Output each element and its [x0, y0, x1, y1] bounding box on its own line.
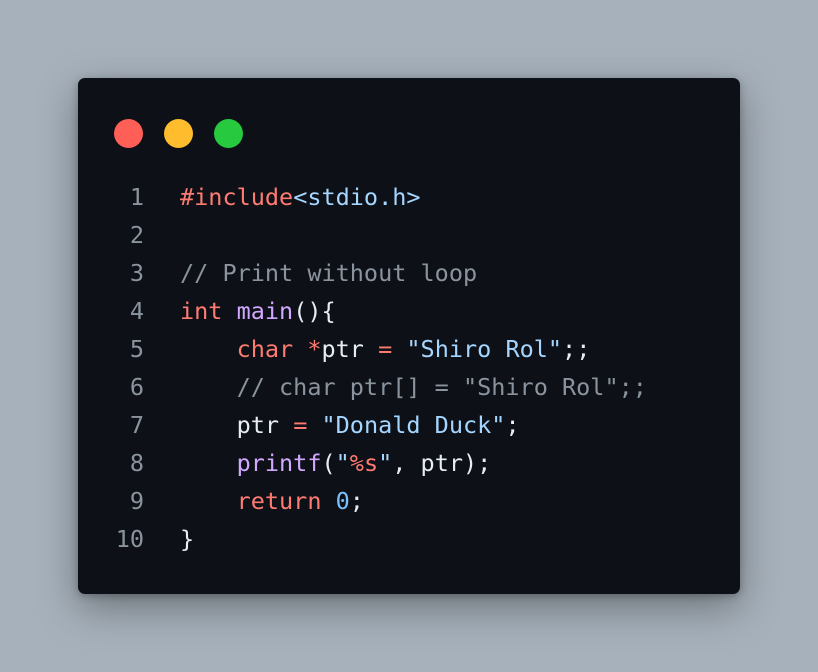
code-token: ( — [321, 449, 336, 477]
code-line: 9 return 0; — [78, 482, 740, 520]
line-code: printf("%s", ptr); — [180, 444, 492, 482]
line-code: } — [180, 520, 194, 558]
line-number: 5 — [129, 335, 144, 363]
line-number: 6 — [129, 373, 144, 401]
code-line: 8 printf("%s", ptr); — [78, 444, 740, 482]
line-code: // char ptr[] = "Shiro Rol";; — [180, 368, 647, 406]
code-token: int — [180, 297, 223, 325]
code-token: ; — [349, 487, 364, 515]
line-code: // Print without loop — [180, 254, 477, 292]
code-token: ptr — [180, 411, 294, 439]
code-token: } — [180, 525, 195, 553]
code-token: "Shiro Rol" — [406, 335, 563, 363]
code-token: // char ptr[] = "Shiro Rol";; — [180, 373, 647, 401]
code-token: #include — [180, 183, 294, 211]
line-code: char *ptr = "Shiro Rol";; — [180, 330, 591, 368]
line-number: 7 — [129, 411, 144, 439]
line-number: 4 — [129, 297, 144, 325]
line-code: ptr = "Donald Duck"; — [180, 406, 520, 444]
code-token: ;; — [562, 335, 591, 363]
code-line: 3 // Print without loop — [78, 254, 740, 292]
line-code: return 0; — [180, 482, 364, 520]
line-number: 1 — [129, 183, 144, 211]
code-line: 4 int main(){ — [78, 292, 740, 330]
maximize-window-dot-icon[interactable] — [214, 119, 243, 148]
code-token: char — [236, 335, 294, 363]
code-token: ptr — [321, 335, 379, 363]
code-token: = — [378, 335, 393, 363]
code-token: <stdio.h> — [293, 183, 421, 211]
code-token: * — [307, 335, 322, 363]
code-line: 10} — [78, 520, 740, 558]
code-line: 2 — [78, 216, 740, 254]
code-block: 1 #include<stdio.h> 2 3 // Print without loo… — [78, 178, 740, 558]
line-number: 9 — [129, 487, 144, 515]
code-token: (){ — [293, 297, 336, 325]
code-token: return — [236, 487, 322, 515]
code-line: 7 ptr = "Donald Duck"; — [78, 406, 740, 444]
code-token: " — [378, 449, 393, 477]
code-token: 0 — [335, 487, 350, 515]
code-token: " — [335, 449, 350, 477]
line-code: #include<stdio.h> — [180, 178, 421, 216]
code-token: %s — [349, 449, 379, 477]
line-number: 3 — [129, 259, 144, 287]
code-token: , ptr); — [392, 449, 492, 477]
code-token: ; — [505, 411, 520, 439]
code-token: main — [236, 297, 294, 325]
line-number: 2 — [129, 221, 144, 249]
code-token: // Print without loop — [180, 259, 478, 287]
code-token: printf — [236, 449, 322, 477]
code-window: 1 #include<stdio.h> 2 3 // Print without loo… — [78, 78, 740, 594]
line-code: int main(){ — [180, 292, 336, 330]
code-token: = — [293, 411, 308, 439]
code-line: 5 char *ptr = "Shiro Rol";; — [78, 330, 740, 368]
close-window-dot-icon[interactable] — [114, 119, 143, 148]
code-line: 1 #include<stdio.h> — [78, 178, 740, 216]
line-number: 10 — [115, 525, 144, 553]
code-line: 6 // char ptr[] = "Shiro Rol";; — [78, 368, 740, 406]
code-token: "Donald Duck" — [321, 411, 506, 439]
line-number: 8 — [129, 449, 144, 477]
minimize-window-dot-icon[interactable] — [164, 119, 193, 148]
